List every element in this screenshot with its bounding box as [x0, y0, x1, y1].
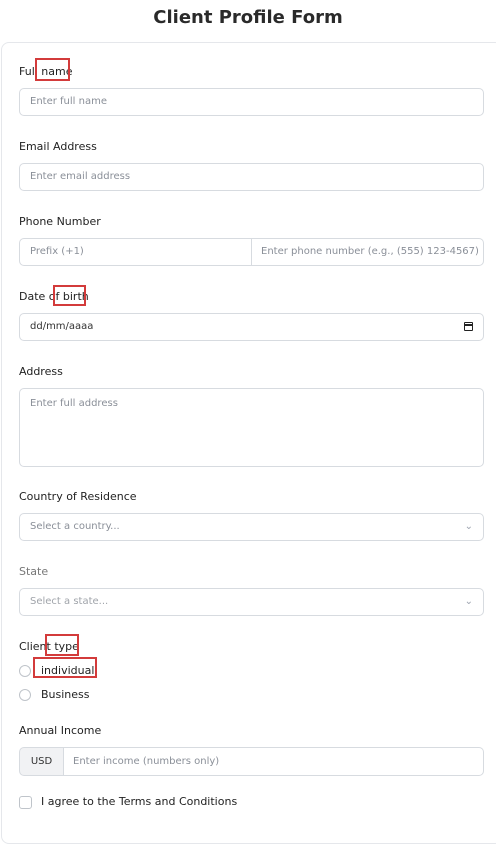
country-label: Country of Residence [19, 490, 137, 503]
radio-circle[interactable] [19, 689, 31, 701]
radio-circle[interactable] [19, 665, 31, 677]
terms-checkbox[interactable] [19, 796, 32, 809]
address-label: Address [19, 365, 63, 378]
page-title: Client Profile Form [153, 7, 343, 28]
phone-prefix-input[interactable]: Prefix (+1) [19, 238, 252, 266]
dob-input[interactable]: dd/mm/aaaa [19, 313, 484, 341]
phone-number-input[interactable]: Enter phone number (e.g., (555) 123-4567… [251, 238, 484, 266]
state-label: State [19, 565, 49, 578]
phone-label: Phone Number [19, 215, 101, 228]
country-select[interactable]: Select a country... ⌄ [19, 513, 484, 541]
chevron-down-icon: ⌄ [464, 521, 473, 532]
state-select-value: Select a state... [30, 596, 109, 607]
highlight-box [45, 634, 79, 656]
address-textarea[interactable]: Enter full address [19, 388, 484, 467]
state-select[interactable]: Select a state... ⌄ [19, 588, 484, 616]
terms-label: I agree to the Terms and Conditions [41, 795, 238, 808]
currency-addon: USD [19, 747, 64, 776]
full-name-input[interactable]: Enter full name [19, 88, 484, 116]
email-input[interactable]: Enter email address [19, 163, 484, 191]
dob-placeholder: dd/mm/aaaa [30, 321, 94, 332]
chevron-down-icon: ⌄ [464, 596, 473, 607]
calendar-icon[interactable] [464, 322, 473, 331]
email-label: Email Address [19, 140, 97, 153]
radio-business-label: Business [41, 688, 90, 701]
highlight-box [35, 58, 70, 81]
income-input[interactable]: Enter income (numbers only) [63, 747, 484, 776]
highlight-box [33, 657, 97, 678]
country-select-value: Select a country... [30, 521, 120, 532]
highlight-box [53, 285, 86, 306]
income-label: Annual Income [19, 724, 102, 737]
